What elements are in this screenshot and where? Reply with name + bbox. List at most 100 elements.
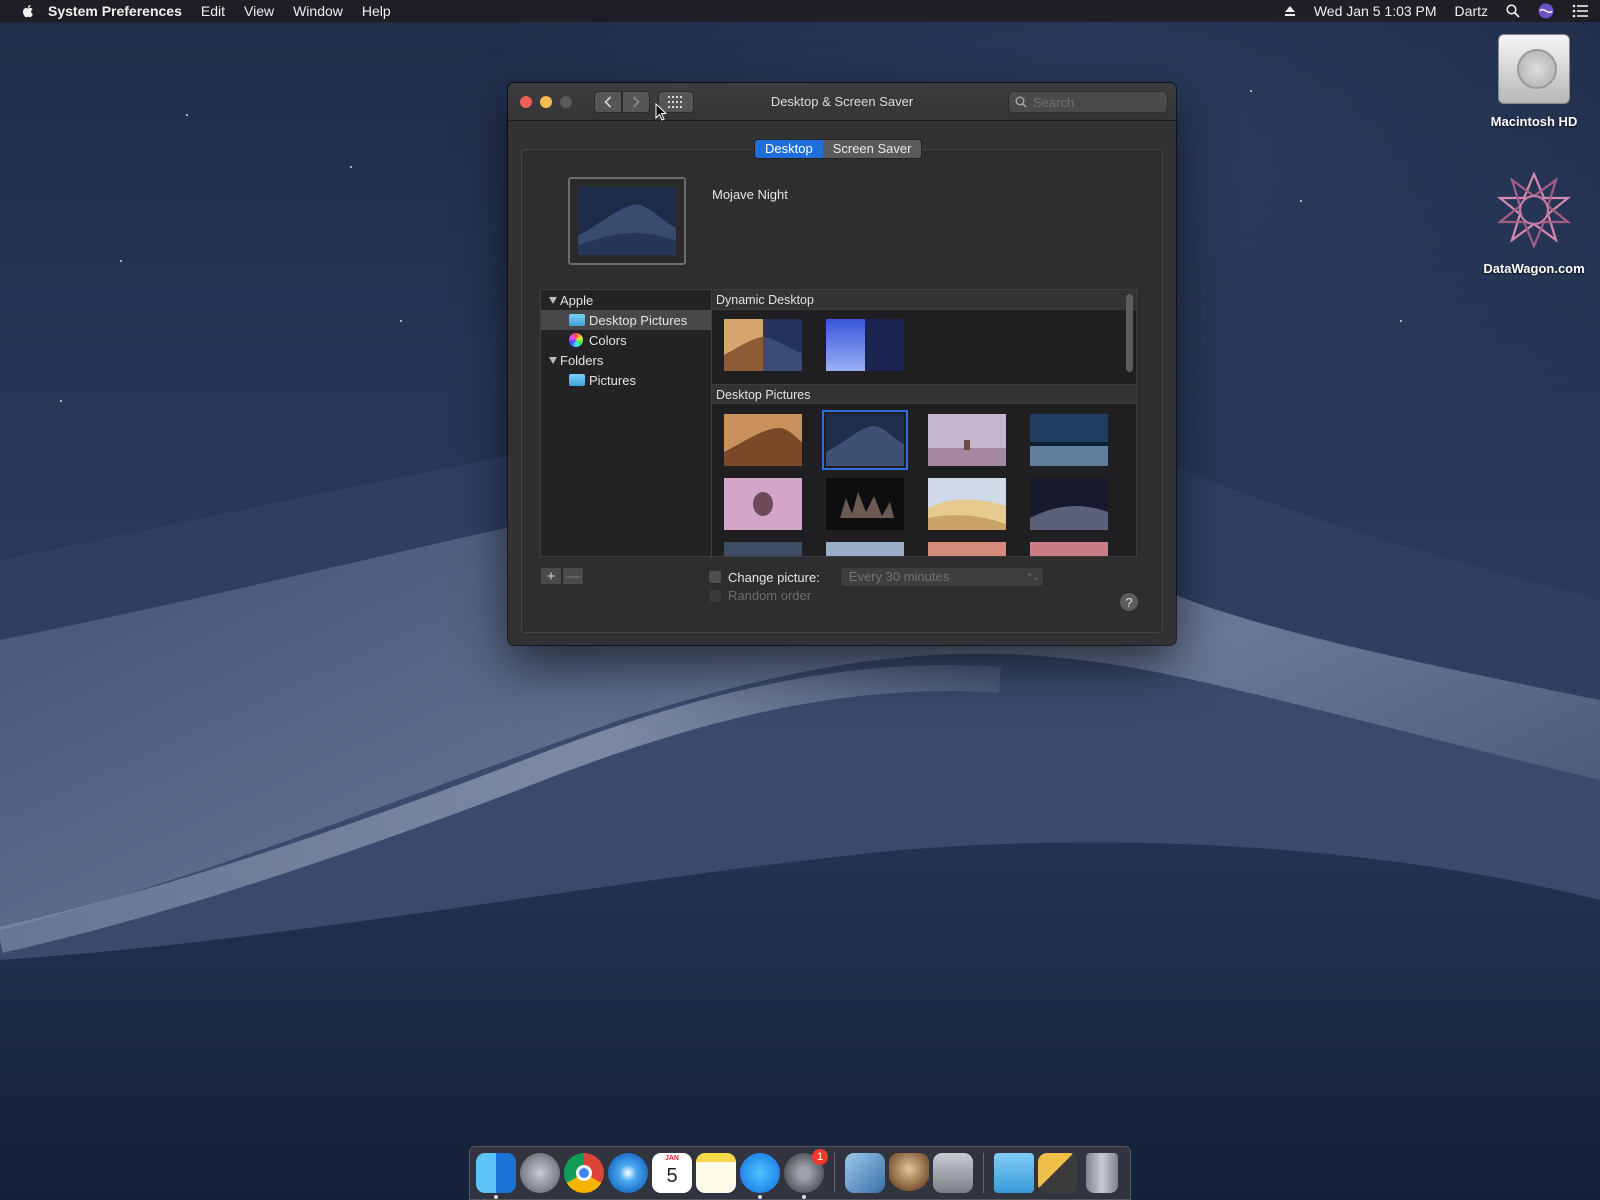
thumbnail-mojave-dynamic[interactable]: [724, 319, 802, 371]
chevron-right-icon: [632, 95, 640, 108]
launchpad-icon[interactable]: [520, 1153, 560, 1193]
sidebar-item-label: Colors: [589, 332, 627, 348]
color-wheel-icon: [569, 333, 583, 347]
thumbnail-solar-gradients[interactable]: [826, 319, 904, 371]
calendar-day: 5: [666, 1165, 678, 1187]
mouse-cursor-icon: [655, 103, 667, 121]
calendar-icon[interactable]: JAN 5: [652, 1153, 692, 1193]
zoom-button[interactable]: [560, 95, 572, 108]
desktop-icon-label: DataWagon.com: [1483, 261, 1585, 276]
thumbnail-partial-3[interactable]: [928, 542, 1006, 557]
current-wallpaper-name: Mojave Night: [712, 187, 788, 202]
remove-folder-button[interactable]: —: [562, 567, 584, 585]
chevron-left-icon: [604, 95, 612, 108]
wallpaper-preview: [568, 177, 686, 265]
change-picture-label: Change picture:: [728, 569, 820, 585]
menu-help[interactable]: Help: [362, 3, 391, 19]
disclosure-triangle-icon[interactable]: [549, 356, 557, 364]
chess-icon[interactable]: [889, 1153, 929, 1193]
menu-app-name[interactable]: System Preferences: [48, 3, 182, 19]
tab-screen-saver[interactable]: Screen Saver: [822, 140, 922, 158]
chrome-icon[interactable]: [564, 1153, 604, 1193]
interval-select[interactable]: Every 30 minutes: [839, 567, 1044, 587]
random-order-row: Random order: [708, 588, 811, 603]
menu-bar: System Preferences Edit View Window Help…: [0, 0, 1600, 22]
thumbnail-desert-rock[interactable]: [928, 414, 1006, 466]
thumbnail-partial-2[interactable]: [826, 542, 904, 557]
siri-icon[interactable]: [1538, 3, 1554, 19]
section-header-dynamic-desktop: Dynamic Desktop: [712, 290, 1136, 310]
datawagon-logo-icon: [1496, 171, 1572, 249]
system-preferences-icon[interactable]: 1: [784, 1149, 828, 1199]
trash-icon[interactable]: [1086, 1153, 1118, 1193]
search-input[interactable]: [1033, 94, 1153, 110]
calendar-month: JAN: [664, 1155, 679, 1162]
thumbnail-sand-dunes[interactable]: [928, 478, 1006, 530]
disclosure-triangle-icon[interactable]: [549, 296, 557, 304]
thumbnail-partial-1[interactable]: [724, 542, 802, 557]
minimize-button[interactable]: [540, 95, 552, 108]
safari-icon[interactable]: [608, 1153, 648, 1193]
sidebar-group-apple[interactable]: Apple: [541, 290, 711, 310]
sidebar-item-colors[interactable]: Colors: [541, 330, 711, 350]
screenshot-icon[interactable]: [933, 1153, 973, 1193]
help-button[interactable]: ?: [1119, 592, 1139, 612]
sidebar-item-desktop-pictures[interactable]: Desktop Pictures: [541, 310, 711, 330]
grid-icon: [668, 95, 682, 108]
close-button[interactable]: [520, 95, 532, 108]
menu-window[interactable]: Window: [293, 3, 343, 19]
change-picture-checkbox[interactable]: [708, 570, 722, 584]
preferences-window: Desktop & Screen Saver Desktop Screen Sa…: [508, 83, 1176, 645]
desktop-icon-datawagon[interactable]: DataWagon.com: [1469, 168, 1599, 276]
preview-icon[interactable]: [845, 1153, 885, 1193]
dock-separator: [834, 1153, 835, 1193]
sidebar-group-folders[interactable]: Folders: [541, 350, 711, 370]
app-store-icon[interactable]: [740, 1153, 780, 1199]
notification-badge: 1: [812, 1149, 828, 1165]
change-picture-row: Change picture: Every 30 minutes: [708, 567, 1044, 587]
sidebar-item-label: Pictures: [589, 372, 636, 388]
running-indicator: [802, 1195, 806, 1199]
mojave-night-preview-image: [578, 187, 676, 255]
hard-drive-icon: [1498, 34, 1570, 104]
thumbnail-rock-formations[interactable]: [826, 478, 904, 530]
finder-icon[interactable]: [476, 1153, 516, 1199]
sidebar-item-pictures[interactable]: Pictures: [541, 370, 711, 390]
search-icon: [1015, 96, 1027, 108]
sidebar-group-label: Apple: [560, 292, 594, 308]
add-folder-button[interactable]: +: [540, 567, 562, 585]
thumbnail-pink-lake[interactable]: [724, 478, 802, 530]
menu-view[interactable]: View: [244, 3, 274, 19]
search-field[interactable]: [1008, 91, 1168, 113]
thumbnail-mojave-day[interactable]: [724, 414, 802, 466]
picture-grid[interactable]: Dynamic Desktop Desktop Pictures: [711, 289, 1137, 557]
thumbnail-dark-dunes[interactable]: [1030, 478, 1108, 530]
thumbnail-lake-dusk[interactable]: [1030, 414, 1108, 466]
source-sidebar: Apple Desktop Pictures Colors Folders Pi…: [540, 289, 711, 557]
thumbnail-mojave-night[interactable]: [822, 410, 908, 470]
grid-scrollbar[interactable]: [1126, 294, 1133, 372]
menubar-user[interactable]: Dartz: [1455, 3, 1488, 19]
eject-icon[interactable]: [1284, 5, 1296, 17]
apple-menu-icon[interactable]: [20, 3, 36, 19]
window-titlebar[interactable]: Desktop & Screen Saver: [508, 83, 1176, 121]
applications-stack-icon[interactable]: [1038, 1153, 1078, 1193]
tab-desktop[interactable]: Desktop: [755, 140, 823, 158]
dock: JAN 5 1: [469, 1146, 1131, 1200]
random-order-label: Random order: [728, 588, 812, 603]
downloads-folder-icon[interactable]: [994, 1153, 1034, 1193]
spotlight-search-icon[interactable]: [1506, 4, 1520, 18]
thumbnail-partial-4[interactable]: [1030, 542, 1108, 557]
sidebar-group-label: Folders: [560, 352, 604, 368]
forward-button[interactable]: [622, 90, 650, 113]
section-header-desktop-pictures: Desktop Pictures: [712, 384, 1136, 404]
notes-icon[interactable]: [696, 1153, 736, 1193]
notification-center-icon[interactable]: [1572, 4, 1588, 18]
menubar-clock[interactable]: Wed Jan 5 1:03 PM: [1314, 3, 1437, 19]
random-order-checkbox[interactable]: [708, 588, 722, 603]
menu-edit[interactable]: Edit: [201, 3, 225, 19]
folder-icon: [569, 314, 585, 326]
desktop-icon-macintosh-hd[interactable]: Macintosh HD: [1469, 34, 1599, 129]
desktop-icon-label: Macintosh HD: [1490, 114, 1578, 129]
back-button[interactable]: [594, 90, 622, 113]
